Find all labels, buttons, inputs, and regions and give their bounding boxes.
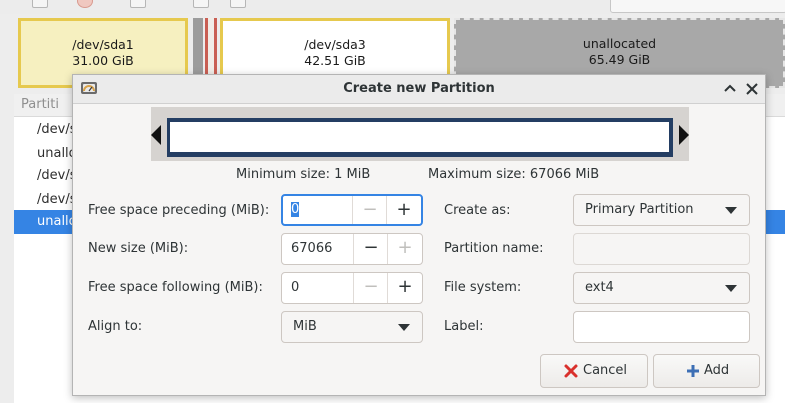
decrement-button[interactable]: −	[352, 196, 387, 224]
increment-button[interactable]: +	[386, 196, 421, 224]
row-label: /dev/s	[37, 168, 77, 183]
column-header-partition: Partiti	[21, 97, 59, 112]
new-size-label: New size (MiB):	[88, 241, 189, 256]
free-following-spinner[interactable]: 0 − +	[281, 272, 423, 304]
partition-size: 42.51 GiB	[304, 53, 366, 68]
add-icon	[687, 365, 699, 377]
label-label: Label:	[444, 319, 484, 334]
create-as-value: Primary Partition	[585, 202, 694, 217]
new-size-spinner[interactable]: 67066 − +	[281, 233, 423, 265]
add-button[interactable]: Add	[653, 354, 760, 388]
maximum-size-label: Maximum size: 67066 MiB	[428, 167, 600, 182]
paste-icon[interactable]	[230, 0, 246, 8]
chevron-down-icon	[398, 324, 410, 331]
partition-size: 65.49 GiB	[588, 52, 651, 67]
resize-handle-right[interactable]	[679, 125, 689, 145]
chevron-down-icon	[725, 285, 737, 292]
minimum-size-label: Minimum size: 1 MiB	[236, 167, 371, 182]
partition-name-field[interactable]	[573, 233, 750, 265]
delete-icon[interactable]	[77, 0, 93, 8]
row-label: unallo	[37, 214, 77, 229]
decrement-button[interactable]: −	[353, 234, 388, 264]
increment-button[interactable]: +	[387, 273, 422, 303]
file-system-combo[interactable]: ext4	[573, 272, 750, 304]
partition-name-label: Partition name:	[444, 241, 544, 256]
create-partition-dialog: Create new Partition Minimum size: 1 MiB…	[72, 74, 766, 396]
close-icon[interactable]	[743, 80, 761, 98]
partition-size: 31.00 GiB	[72, 53, 134, 68]
cancel-icon	[564, 364, 578, 378]
create-as-label: Create as:	[444, 203, 511, 218]
partition-resize-fill	[170, 122, 669, 152]
resize-handle-left[interactable]	[151, 125, 161, 145]
label-field[interactable]	[573, 311, 750, 343]
dialog-title: Create new Partition	[343, 81, 495, 96]
add-label: Add	[704, 363, 730, 378]
minimize-icon[interactable]	[721, 80, 739, 98]
copy-icon[interactable]	[193, 0, 209, 8]
align-to-combo[interactable]: MiB	[281, 311, 423, 343]
new-icon[interactable]	[32, 0, 48, 8]
partition-device: /dev/sda1	[72, 37, 134, 52]
cancel-button[interactable]: Cancel	[540, 354, 648, 388]
partition-device: unallocated	[582, 36, 657, 51]
align-to-label: Align to:	[88, 319, 143, 334]
file-system-value: ext4	[585, 280, 614, 295]
free-preceding-label: Free space preceding (MiB):	[88, 203, 270, 218]
free-preceding-value[interactable]: 0	[291, 202, 300, 217]
cancel-label: Cancel	[583, 363, 628, 378]
decrement-button[interactable]: −	[353, 273, 388, 303]
dialog-titlebar[interactable]: Create new Partition	[73, 75, 765, 104]
device-selector[interactable]	[610, 0, 785, 13]
main-toolbar	[0, 0, 785, 14]
row-label: /dev/s	[37, 122, 77, 137]
resize-icon[interactable]	[130, 0, 146, 8]
increment-button[interactable]: +	[387, 234, 422, 264]
row-label: /dev/s	[37, 192, 77, 207]
row-label: unallo	[37, 146, 77, 161]
free-preceding-spinner[interactable]: 0 − +	[281, 194, 423, 226]
file-system-label: File system:	[444, 280, 522, 295]
free-following-value[interactable]: 0	[291, 280, 299, 295]
align-to-value: MiB	[293, 319, 317, 334]
partition-device: /dev/sda3	[304, 37, 366, 52]
undo-icon[interactable]	[295, 0, 309, 6]
create-as-combo[interactable]: Primary Partition	[573, 194, 750, 226]
chevron-down-icon	[725, 207, 737, 214]
new-size-value[interactable]: 67066	[291, 241, 332, 256]
free-following-label: Free space following (MiB):	[88, 280, 263, 295]
